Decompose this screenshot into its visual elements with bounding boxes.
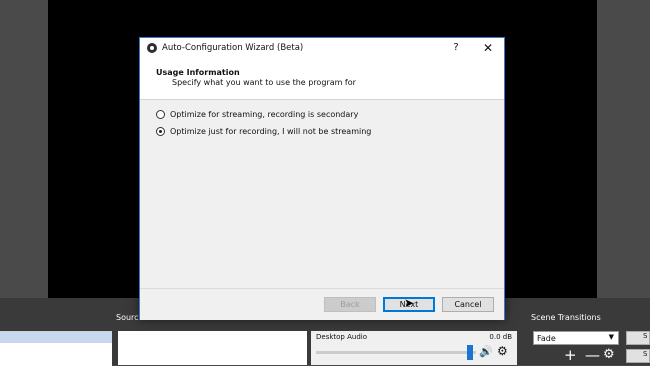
scene-transitions-label: Scene Transitions [531,313,601,322]
volume-slider[interactable] [316,351,476,354]
cancel-button[interactable]: Cancel [442,297,494,312]
option-recording-label[interactable]: Optimize just for recording, I will not … [170,127,371,136]
scene-item-selected[interactable] [0,332,112,343]
minus-icon[interactable]: — [585,345,600,365]
radio-recording[interactable] [156,127,165,136]
scenes-list[interactable] [0,331,112,366]
dialog-footer: Back Next Cancel [140,288,504,320]
controls-button-label: S [643,350,648,358]
wizard-header: Usage Information Specify what you want … [140,58,504,100]
obs-logo-icon [147,43,157,53]
plus-icon[interactable]: + [564,345,577,365]
gear-icon[interactable]: ⚙ [497,344,508,358]
radio-streaming[interactable] [156,110,165,119]
dialog-titlebar[interactable]: Auto-Configuration Wizard (Beta) ? ✕ [140,38,504,58]
transition-select[interactable]: Fade ▼ [533,331,619,345]
header-subtitle: Specify what you want to use the program… [172,78,356,87]
close-button[interactable]: ✕ [478,40,498,56]
audio-mixer: Desktop Audio 0.0 dB 🔊 ⚙ [311,331,517,365]
transition-gear-icon[interactable]: ⚙ [603,347,615,362]
speaker-icon[interactable]: 🔊 [479,345,493,358]
mixer-level: 0.0 dB [489,333,512,341]
option-streaming-label[interactable]: Optimize for streaming, recording is sec… [170,110,358,119]
controls-button-1[interactable]: S [626,331,650,345]
controls-button-label: S [643,332,648,340]
chevron-down-icon: ▼ [608,333,614,341]
header-title: Usage Information [156,68,240,77]
controls-button-2[interactable]: S [626,349,650,363]
volume-slider-handle[interactable] [467,345,473,360]
sources-list[interactable] [118,331,307,365]
auto-config-wizard-dialog: Auto-Configuration Wizard (Beta) ? ✕ Usa… [139,37,505,320]
transition-select-value: Fade [537,334,556,343]
mouse-cursor-icon: ➤ [404,296,415,310]
dialog-title: Auto-Configuration Wizard (Beta) [162,43,304,53]
back-button[interactable]: Back [324,297,376,312]
mixer-source-name: Desktop Audio [316,333,367,341]
help-button[interactable]: ? [448,40,464,56]
